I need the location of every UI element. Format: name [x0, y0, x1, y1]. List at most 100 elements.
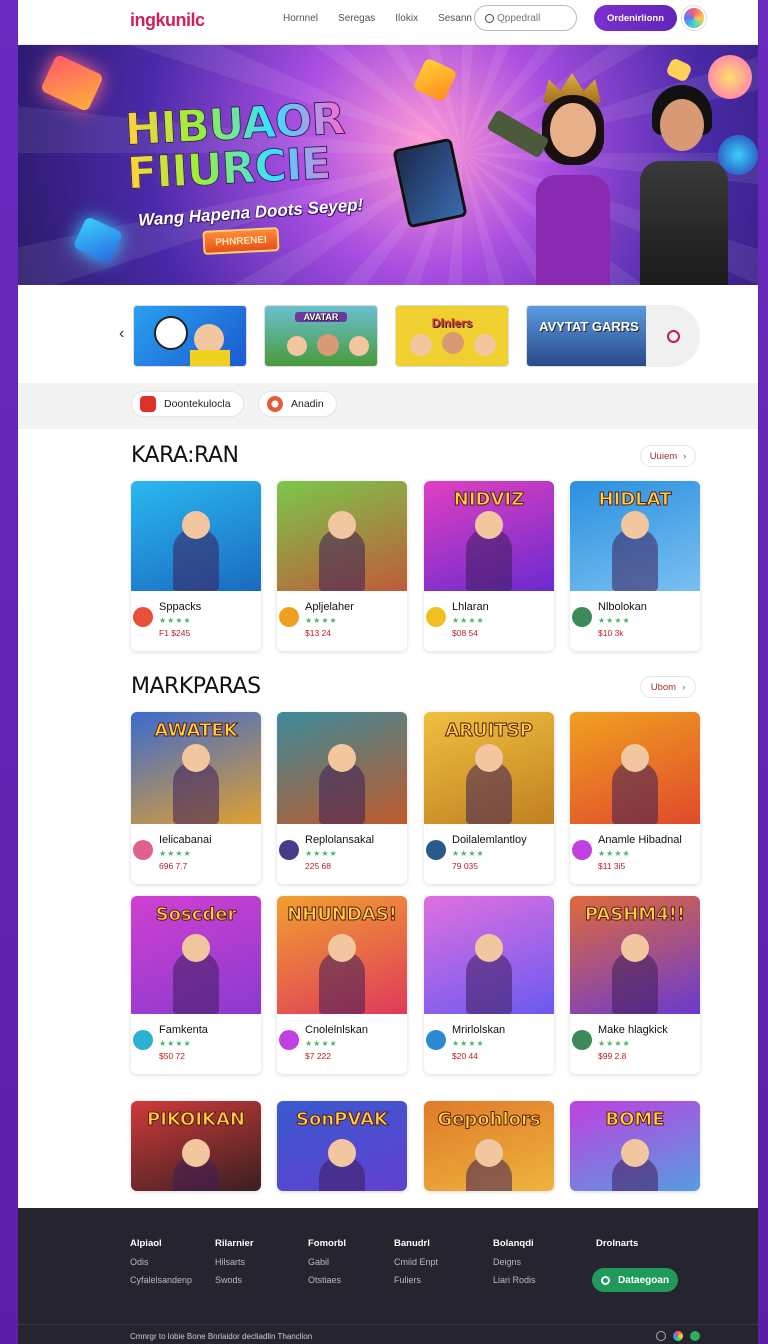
game-card[interactable]: Apljelaher ★★★★ $13 24 [277, 481, 407, 651]
game-title: Lhlaran [452, 601, 489, 613]
game-title: Nlbolokan [598, 601, 647, 613]
game-price: $99 2.8 [598, 1051, 627, 1061]
footer-copyright: Cmnrgr to lobie Bone Bnrlaidor decliadli… [130, 1332, 313, 1341]
game-title: Ielicabanai [159, 834, 212, 846]
star-rating: ★★★★ [452, 616, 485, 625]
footer-link[interactable]: Hilsarts [215, 1257, 254, 1267]
game-card-meta: Make hlagkick ★★★★ $99 2.8 [570, 1014, 700, 1074]
game-card[interactable]: Soscder Famkenta ★★★★ $50 72 [131, 896, 261, 1074]
game-card[interactable]: ARUITSP Doilalemlantloy ★★★★ 79 035 [424, 712, 554, 884]
section-title: MARKPARAS [131, 674, 261, 699]
footer-link[interactable]: Otstiaes [308, 1275, 346, 1285]
main-nav: Hornnel Seregas Ilokix Sesann [283, 13, 492, 24]
footer-link[interactable]: Fuliers [394, 1275, 438, 1285]
social-icon-2[interactable] [673, 1331, 683, 1341]
game-card[interactable]: NHUNDAS! Cnolelnlskan ★★★★ $7 222 [277, 896, 407, 1074]
nav-link-3[interactable]: Ilokix [395, 13, 418, 24]
game-card-character-head [328, 934, 356, 962]
game-card[interactable]: Replolansakal ★★★★ 225 68 [277, 712, 407, 884]
game-card-art-title: HIDLAT [598, 489, 672, 511]
footer-link[interactable]: Liari Rodis [493, 1275, 536, 1285]
game-card-art: BOME [570, 1101, 700, 1191]
carousel-tile-1[interactable] [133, 305, 247, 367]
carousel-tile-2[interactable]: AVATAR [264, 305, 378, 367]
game-card[interactable]: Gepohlors [424, 1101, 554, 1191]
search-input[interactable] [497, 12, 567, 24]
footer-col-3: Fomorbl Gabil Otstiaes [308, 1238, 346, 1285]
footer-divider [18, 1324, 758, 1325]
nav-link-2[interactable]: Seregas [338, 13, 375, 24]
game-card-meta: Apljelaher ★★★★ $13 24 [277, 591, 407, 651]
game-card-character-head [621, 934, 649, 962]
game-card[interactable]: Mrirlolskan ★★★★ $20 44 [424, 896, 554, 1074]
footer-col-5: Bolanqdi Deigns Liari Rodis [493, 1238, 536, 1285]
page-frame: ingkunilc Hornnel Seregas Ilokix Sesann … [18, 0, 758, 1344]
game-title: Apljelaher [305, 601, 354, 613]
footer-link[interactable]: Odis [130, 1257, 192, 1267]
filter-bar: Doontekulocla Anadin [18, 383, 758, 429]
game-card-art-title: BOME [605, 1109, 665, 1131]
footer-link[interactable]: Swods [215, 1275, 254, 1285]
game-card[interactable]: SonPVAK [277, 1101, 407, 1191]
footer-link[interactable]: Gabil [308, 1257, 346, 1267]
footer-button-icon [600, 1275, 610, 1285]
game-price: F1 $245 [159, 628, 191, 638]
see-all-button[interactable]: Ubom › [640, 676, 696, 698]
hero-play-button[interactable]: PHNRENEI [202, 227, 280, 255]
social-icon-3[interactable] [690, 1331, 700, 1341]
game-card-character-head [182, 744, 210, 772]
game-icon [572, 840, 592, 860]
game-card[interactable]: PIKOIKAN [131, 1101, 261, 1191]
game-card-art [570, 712, 700, 824]
game-card-character-head [475, 934, 503, 962]
footer-link[interactable]: Deigns [493, 1257, 536, 1267]
header-cta-button[interactable]: Ordenirlionn [594, 5, 677, 31]
game-card-art: SonPVAK [277, 1101, 407, 1191]
game-card[interactable]: AWATEK Ielicabanai ★★★★ 696 7.7 [131, 712, 261, 884]
game-card-character-head [182, 511, 210, 539]
game-card-character-head [182, 1139, 210, 1167]
footer-link[interactable]: Cmiid Enpt [394, 1257, 438, 1267]
game-card[interactable]: Sppacks ★★★★ F1 $245 [131, 481, 261, 651]
footer-action-button[interactable]: Dataegoan [592, 1268, 678, 1292]
game-card-character-head [621, 511, 649, 539]
nav-link-4[interactable]: Sesann [438, 13, 472, 24]
game-card[interactable]: NIDVIZ Lhlaran ★★★★ $08 54 [424, 481, 554, 651]
carousel-search-button[interactable] [646, 305, 700, 367]
game-card-art-title: NIDVIZ [453, 489, 525, 511]
search-box[interactable] [474, 5, 577, 31]
user-avatar[interactable] [682, 6, 706, 30]
star-rating: ★★★★ [159, 849, 192, 858]
game-card[interactable]: PASHM4!! Make hlagkick ★★★★ $99 2.8 [570, 896, 700, 1074]
game-card-meta: Cnolelnlskan ★★★★ $7 222 [277, 1014, 407, 1074]
game-card[interactable]: BOME [570, 1101, 700, 1191]
game-icon [426, 840, 446, 860]
game-card-meta: Lhlaran ★★★★ $08 54 [424, 591, 554, 651]
game-title: Cnolelnlskan [305, 1024, 368, 1036]
game-card-art: Soscder [131, 896, 261, 1014]
search-icon [485, 13, 494, 23]
star-rating: ★★★★ [452, 1039, 485, 1048]
see-all-button[interactable]: Uuiem › [640, 445, 696, 467]
social-icon-1[interactable] [656, 1331, 666, 1341]
footer-link[interactable]: Cyfalelsandenp [130, 1275, 192, 1285]
game-icon [279, 607, 299, 627]
game-card-art: AWATEK [131, 712, 261, 824]
game-card-character-head [328, 511, 356, 539]
carousel-tile-4[interactable]: AVYTAT GARRS [526, 305, 652, 367]
game-card-art-title: Soscder [155, 904, 237, 926]
game-card[interactable]: HIDLAT Nlbolokan ★★★★ $10 3k [570, 481, 700, 651]
site-logo[interactable]: ingkunilc [130, 10, 205, 31]
game-card-art [424, 896, 554, 1014]
carousel-tile-3[interactable]: Dlnlers [395, 305, 509, 367]
game-price: 696 7.7 [159, 861, 188, 871]
nav-link-1[interactable]: Hornnel [283, 13, 318, 24]
filter-chip-1[interactable]: Doontekulocla [131, 391, 244, 417]
hero-title: HIBUAOR FIIURCIE [123, 93, 348, 200]
filter-chip-1-icon [140, 396, 156, 412]
game-card[interactable]: Anamle Hibadnal ★★★★ $11 3i5 [570, 712, 700, 884]
game-title: Mrirlolskan [452, 1024, 506, 1036]
filter-chip-2[interactable]: Anadin [258, 391, 337, 417]
game-card-art: HIDLAT [570, 481, 700, 591]
carousel-prev-icon[interactable]: ‹ [119, 325, 124, 343]
